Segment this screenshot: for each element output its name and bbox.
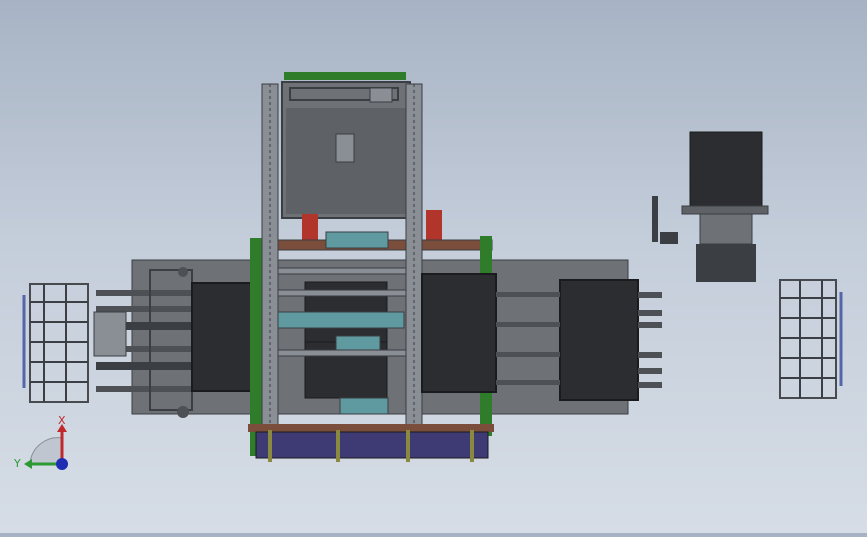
triad-arc xyxy=(29,437,63,465)
left-black-panel[interactable] xyxy=(191,282,259,392)
orientation-triad[interactable]: X Y xyxy=(12,412,82,482)
navy-base-rail[interactable] xyxy=(248,424,494,462)
x-axis-label: X xyxy=(58,414,66,427)
y-axis-label: Y xyxy=(13,457,21,470)
right-panel-outer[interactable] xyxy=(559,279,639,401)
cad-viewport[interactable]: X Y xyxy=(0,0,867,533)
left-gripper-fixture[interactable] xyxy=(22,283,89,403)
assembly-model[interactable] xyxy=(0,0,867,533)
right-panel-center[interactable] xyxy=(421,273,497,393)
z-axis-dot xyxy=(56,458,68,470)
floating-subassembly[interactable] xyxy=(652,131,769,282)
right-gripper-fixture[interactable] xyxy=(779,279,843,399)
